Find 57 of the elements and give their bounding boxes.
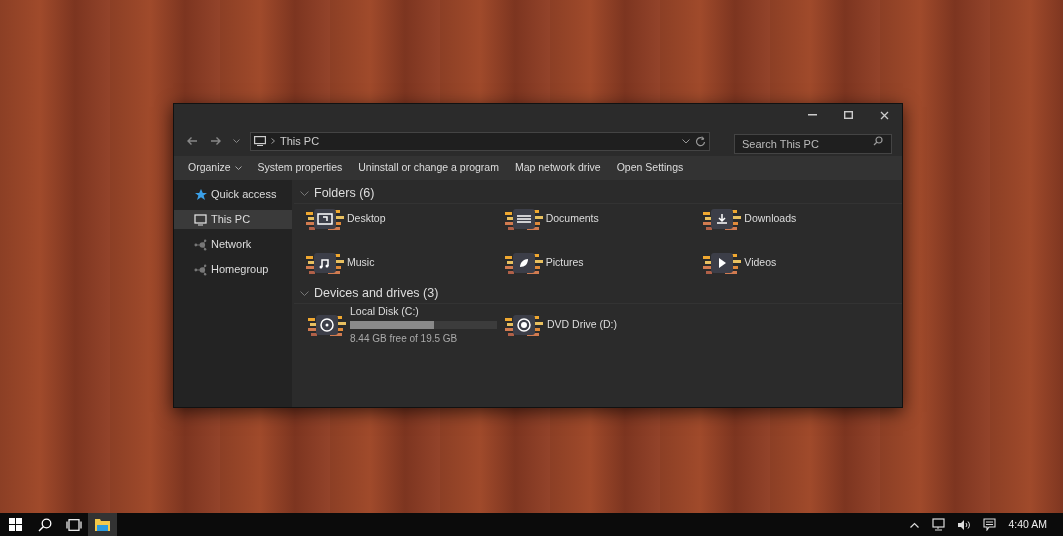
windows-logo-icon <box>9 518 22 531</box>
chevron-icon[interactable] <box>300 190 309 197</box>
notifications-icon[interactable] <box>983 518 997 531</box>
search-icon <box>873 136 883 146</box>
close-icon <box>879 110 889 120</box>
forward-arrow-icon <box>210 136 222 146</box>
task-view-icon <box>65 518 82 531</box>
chevron-icon <box>271 138 275 144</box>
sidebar-item[interactable]: Network <box>174 235 292 254</box>
command-button[interactable]: Open Settings <box>608 156 692 180</box>
command-button[interactable]: Organize <box>180 156 250 180</box>
command-button[interactable]: System properties <box>249 156 351 180</box>
drive-icon <box>308 314 346 336</box>
network-monitor-icon[interactable] <box>931 518 946 531</box>
star-icon <box>194 188 207 201</box>
chevron-icon[interactable] <box>300 290 309 297</box>
section-heading: Devices and drives (3) <box>314 285 439 303</box>
section-heading: Folders (6) <box>314 185 375 203</box>
caret-icon[interactable] <box>682 138 690 144</box>
folder-item[interactable]: Videos <box>703 252 902 274</box>
folder-item[interactable]: Downloads <box>703 208 902 230</box>
search-field[interactable]: Search This PC <box>734 134 892 154</box>
refresh-icon[interactable] <box>695 135 706 147</box>
folder-item[interactable]: Music <box>306 252 505 274</box>
sidebar-item[interactable]: Quick access <box>174 185 292 204</box>
network-icon <box>194 263 207 276</box>
sidebar-item[interactable]: This PC <box>174 210 292 229</box>
maximize-icon <box>843 111 853 119</box>
address-bar[interactable]: This PC <box>250 131 710 151</box>
folder-item[interactable]: Pictures <box>504 252 704 274</box>
folder-icon <box>504 208 543 230</box>
folder-icon <box>703 208 742 230</box>
minimize-icon <box>807 114 817 116</box>
folder-icon <box>306 252 344 274</box>
folder-icon <box>703 252 742 274</box>
computer-icon <box>194 213 207 226</box>
drive-icon <box>505 314 543 336</box>
speaker-icon[interactable] <box>957 518 972 531</box>
drive-item[interactable]: DVD Drive (D:) <box>505 308 617 342</box>
sidebar-item[interactable]: Homegroup <box>174 260 292 279</box>
command-button[interactable]: Uninstall or change a program <box>350 156 507 180</box>
folder-icon <box>504 252 543 274</box>
taskbar-button[interactable] <box>88 513 117 536</box>
chevron-up-icon[interactable] <box>910 521 920 528</box>
address-text: This PC <box>280 133 321 149</box>
back-arrow-icon <box>186 136 198 146</box>
caret-icon <box>232 139 240 143</box>
folder-item[interactable]: Documents <box>504 208 704 230</box>
clock-text[interactable]: 4:40 AM <box>1008 516 1047 533</box>
folder-icon <box>306 208 344 230</box>
command-button[interactable]: Map network drive <box>506 156 609 180</box>
caret-icon <box>234 166 242 170</box>
network-icon <box>194 238 207 251</box>
search-icon <box>37 517 52 532</box>
folder-icon <box>95 518 110 531</box>
folder-item[interactable]: Desktop <box>306 208 505 230</box>
computer-icon <box>254 136 266 146</box>
